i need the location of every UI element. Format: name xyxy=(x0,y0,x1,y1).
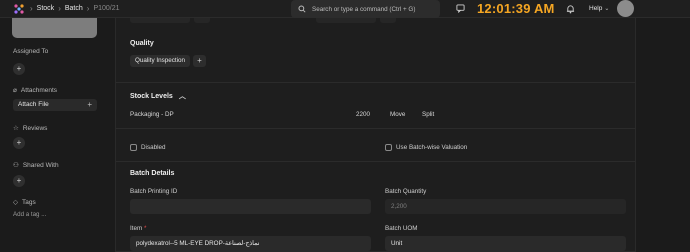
breadcrumb-batch[interactable]: Batch xyxy=(65,5,83,12)
batch-quantity-label: Batch Quantity xyxy=(385,188,427,195)
breadcrumb: › Stock › Batch › P100/21 xyxy=(30,4,120,13)
batch-valuation-checkbox[interactable] xyxy=(385,144,392,151)
add-quality-inspection-button[interactable]: + xyxy=(193,55,206,67)
clock-display: 12:01:39 AM xyxy=(477,1,555,16)
quality-title-text: Quality xyxy=(130,40,154,47)
app-logo-icon[interactable] xyxy=(13,3,25,15)
item-label: Item * xyxy=(130,225,146,232)
chat-icon[interactable] xyxy=(456,4,465,13)
breadcrumb-stock[interactable]: Stock xyxy=(37,5,55,12)
disabled-label: Disabled xyxy=(141,144,166,151)
search-placeholder: Search or type a command (Ctrl + G) xyxy=(312,5,416,13)
item-label-text: Item xyxy=(130,225,143,232)
help-menu[interactable]: Help ⌄ xyxy=(589,5,609,12)
batch-details-section-title: Batch Details xyxy=(130,170,174,177)
section-divider xyxy=(116,82,635,83)
attach-file-button[interactable]: Attach File + xyxy=(13,99,97,111)
batch-details-title-text: Batch Details xyxy=(130,170,175,177)
item-input[interactable]: polydexatrol--5 ML-EYE DROP-نماذج-لصناعة xyxy=(130,236,371,251)
previous-fields-edge xyxy=(130,18,625,24)
add-share-button[interactable]: + xyxy=(13,175,25,187)
users-icon: ⚇ xyxy=(13,162,19,169)
move-button[interactable]: Move xyxy=(390,111,405,118)
quality-section-title: Quality xyxy=(130,40,154,47)
batch-printing-id-input[interactable] xyxy=(130,199,371,214)
section-divider xyxy=(116,161,635,162)
chevron-right-icon: › xyxy=(30,4,33,13)
batch-uom-label: Batch UOM xyxy=(385,225,418,232)
attachments-text: Attachments xyxy=(20,86,58,94)
split-button[interactable]: Split xyxy=(422,111,434,118)
stock-levels-title-text: Stock Levels xyxy=(130,92,173,100)
shared-with-text: Shared With xyxy=(22,161,59,169)
attach-file-label: Attach File xyxy=(18,101,49,108)
reviews-text: Reviews xyxy=(22,124,48,132)
warehouse-qty: 2200 xyxy=(356,111,371,118)
paperclip-icon: ⌀ xyxy=(13,87,17,94)
plus-icon: + xyxy=(87,100,92,109)
attachments-label: ⌀ Attachments xyxy=(13,86,58,95)
disabled-checkbox[interactable] xyxy=(130,144,137,151)
add-review-button[interactable]: + xyxy=(13,137,25,149)
tag-icon: ◇ xyxy=(13,199,18,206)
avatar[interactable] xyxy=(617,0,634,17)
search-bar[interactable]: Search or type a command (Ctrl + G) xyxy=(291,0,440,18)
warehouse-name: Packaging - DP xyxy=(130,111,174,118)
add-assignee-button[interactable]: + xyxy=(13,63,25,75)
chevron-up-icon[interactable]: ︿ xyxy=(179,91,186,101)
batch-printing-id-label: Batch Printing ID xyxy=(130,188,178,195)
assigned-to-label: Assigned To xyxy=(13,48,48,55)
shared-with-label: ⚇ Shared With xyxy=(13,161,59,170)
tags-text: Tags xyxy=(22,198,36,206)
reviews-label: ☆ Reviews xyxy=(13,124,48,133)
batch-uom-input[interactable]: Unit xyxy=(385,236,626,251)
required-marker: * xyxy=(144,225,147,232)
quality-inspection-button[interactable]: Quality Inspection xyxy=(130,55,191,67)
sidebar: Assigned To + ⌀ Attachments Attach File … xyxy=(0,18,115,252)
navbar: › Stock › Batch › P100/21 Search or type… xyxy=(0,0,690,18)
batch-form: Quality Quality Inspection + Stock Level… xyxy=(115,18,636,252)
assigned-to-text: Assigned To xyxy=(13,48,49,55)
search-icon xyxy=(298,5,306,13)
batch-valuation-label: Use Batch-wise Valuation xyxy=(396,144,468,151)
section-divider xyxy=(116,128,635,129)
add-tag-link[interactable]: Add a tag ... xyxy=(13,211,46,218)
breadcrumb-current: P100/21 xyxy=(93,5,120,12)
tags-label: ◇ Tags xyxy=(13,198,36,207)
image-placeholder xyxy=(12,18,97,38)
chevron-right-icon: › xyxy=(58,4,61,13)
stock-levels-section-title[interactable]: Stock Levels ︿ xyxy=(130,91,186,101)
chevron-down-icon: ⌄ xyxy=(604,6,610,12)
help-label: Help xyxy=(589,5,603,12)
chevron-right-icon: › xyxy=(86,4,90,13)
star-icon: ☆ xyxy=(13,125,19,132)
batch-quantity-field: 2,200 xyxy=(385,199,626,214)
notification-bell-icon[interactable] xyxy=(566,4,575,14)
